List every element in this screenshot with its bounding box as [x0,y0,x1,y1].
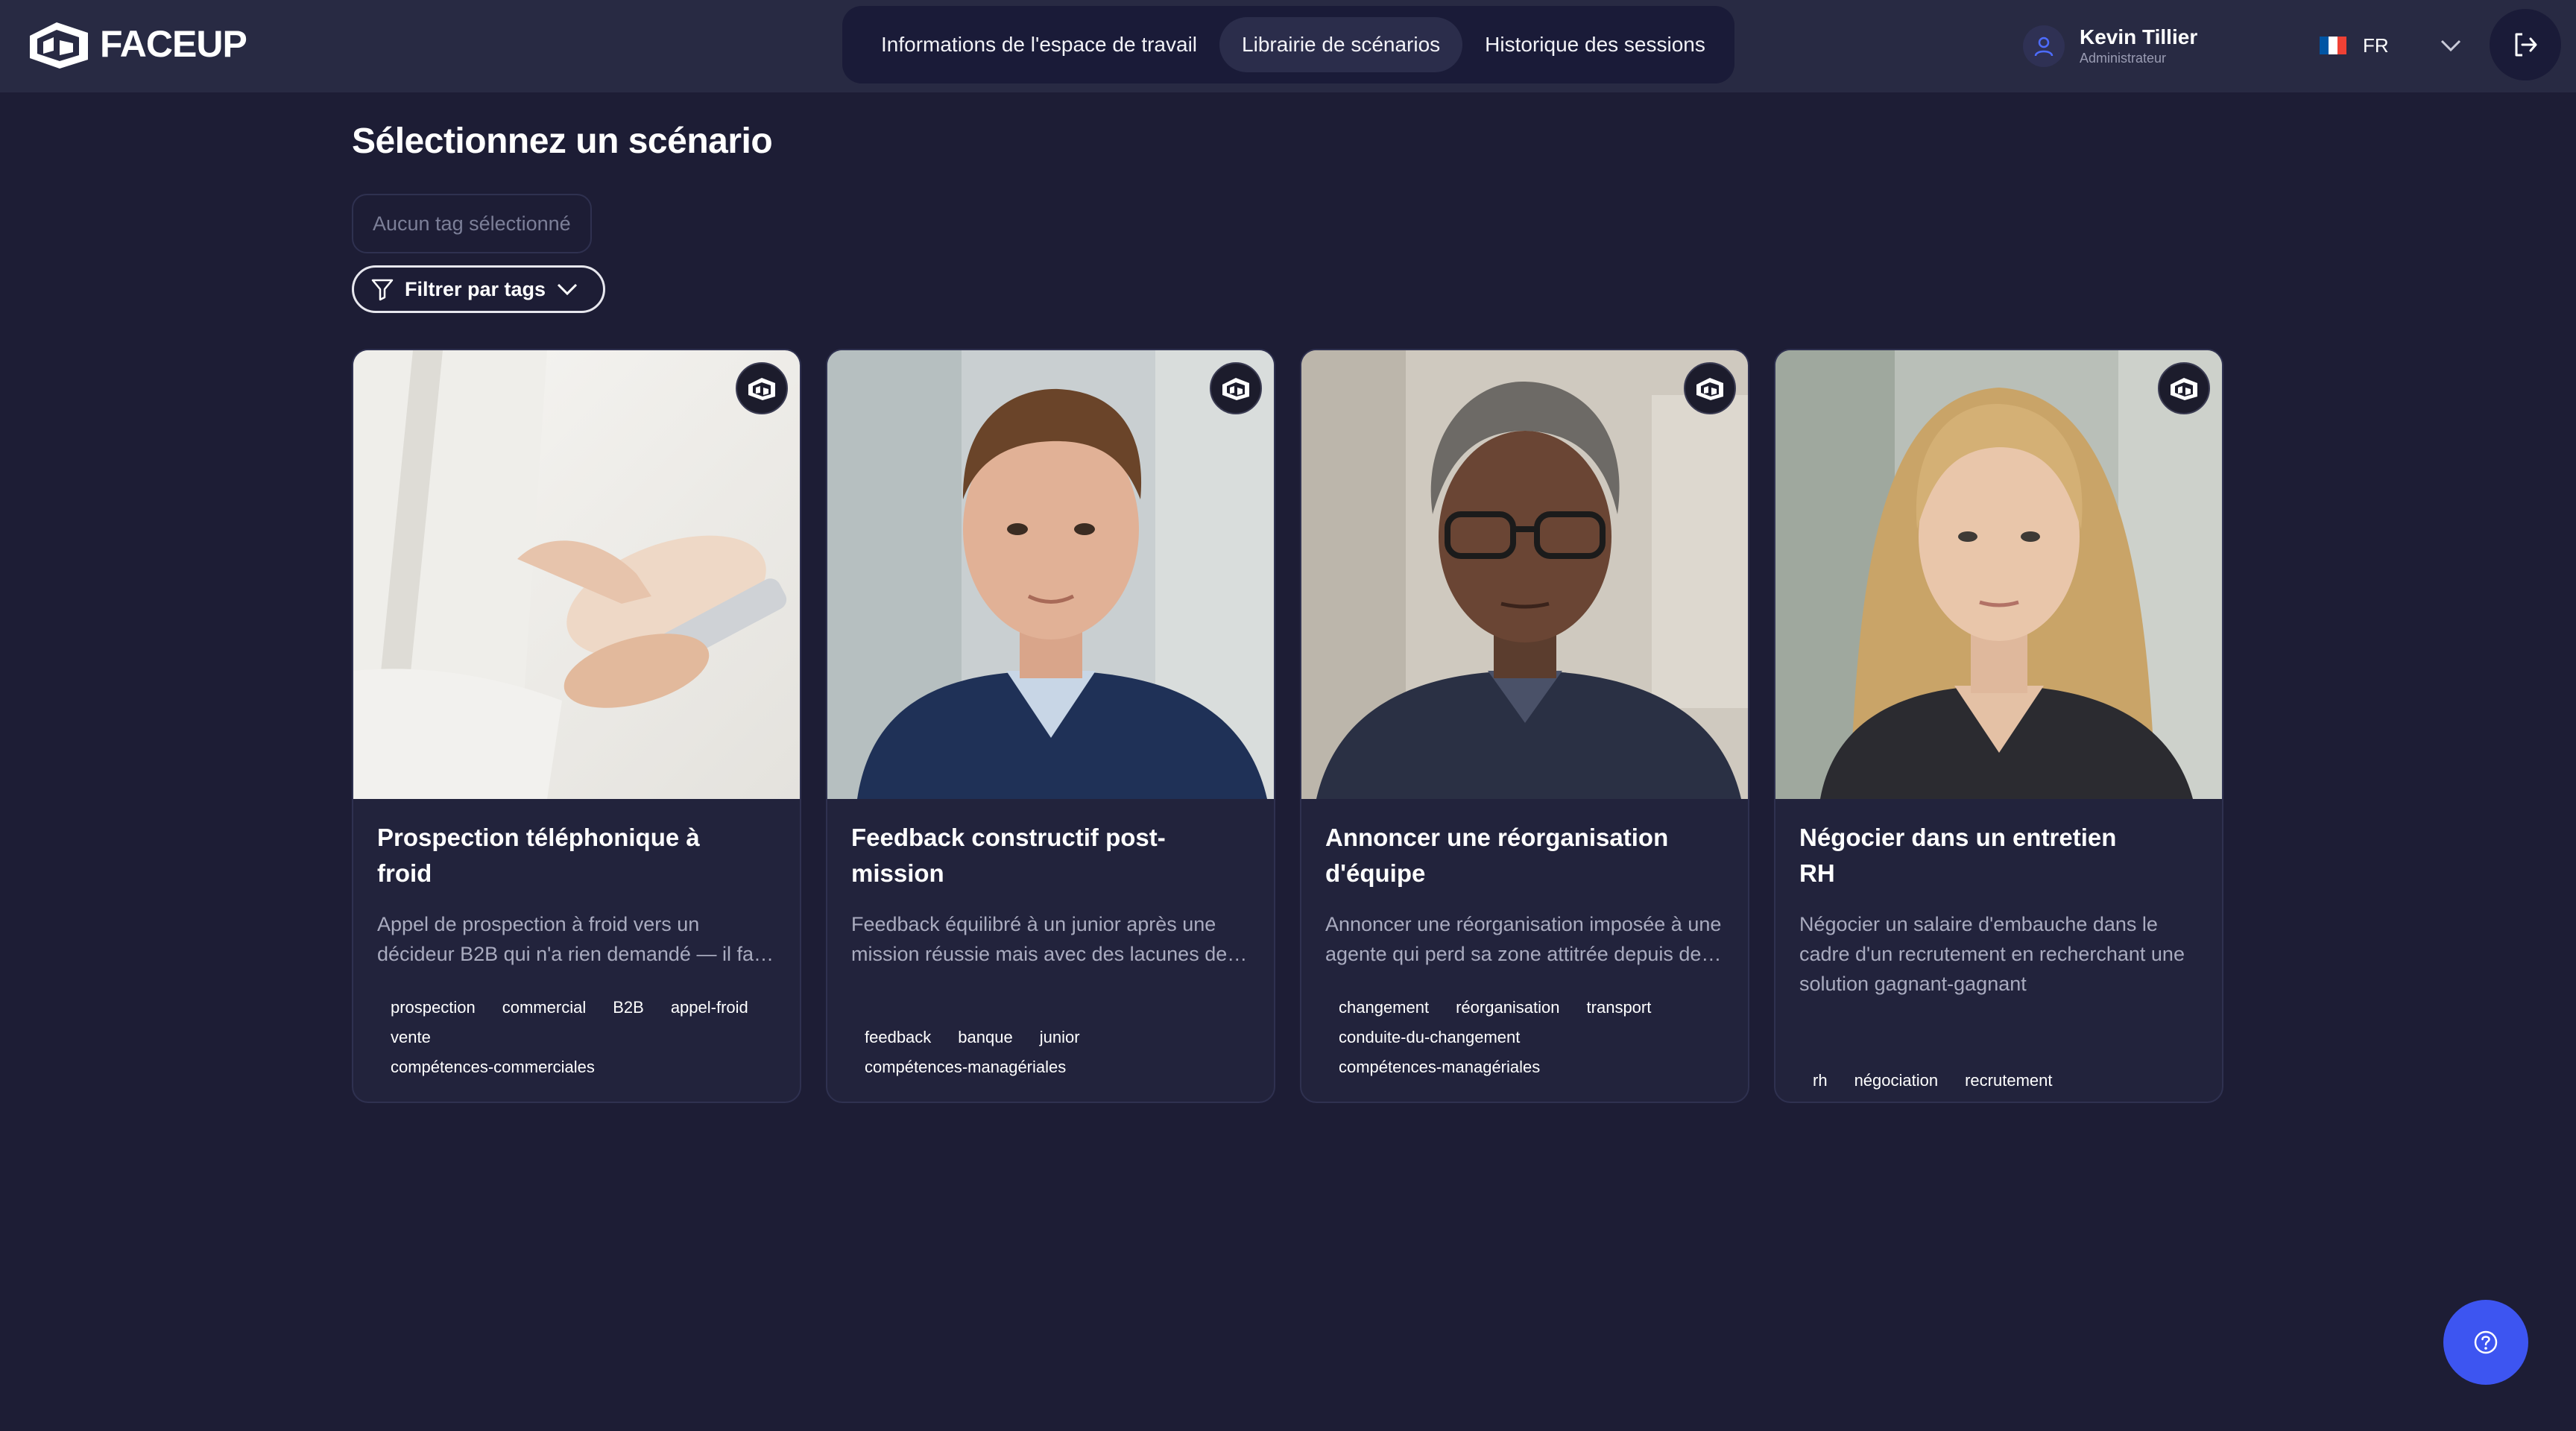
user-menu[interactable]: Kevin Tillier Administrateur [2023,21,2197,72]
scenario-tags: rh négociation recrutement [1799,1066,2202,1096]
chevron-down-icon [558,283,578,296]
scenario-card[interactable]: Feedback constructif post-mission Feedba… [826,349,1275,1103]
tag: rh [1813,1071,1828,1090]
tag: commercial [502,998,587,1017]
user-name: Kevin Tillier [2080,25,2198,48]
page-title: Sélectionnez un scénario [352,121,773,161]
nav-tab-scenario-library[interactable]: Librairie de scénarios [1219,17,1463,72]
faceup-logo-icon [30,22,88,69]
faceup-badge-icon [1684,362,1736,414]
scenario-description: Appel de prospection à froid vers un déc… [377,913,771,965]
tag: compétences-managériales [1339,1058,1541,1076]
help-button[interactable] [2443,1300,2528,1385]
language-selector[interactable]: FR [2320,28,2462,63]
top-bar: FACEUP Informations de l'espace de trava… [0,0,2576,92]
scenario-description: Feedback équilibré à un junior après une… [851,913,1228,965]
scenario-card[interactable]: Prospection téléphonique à froid Appel d… [352,349,801,1103]
scenario-title: Feedback constructif post-mission [851,824,1166,887]
tag: changement [1339,998,1430,1017]
tag: réorganisation [1456,998,1560,1017]
scenario-tags: changement réorganisation transport cond… [1325,993,1728,1082]
tag: transport [1586,998,1652,1017]
tag: négociation [1854,1071,1939,1090]
scenario-image-woman-glasses [1301,350,1748,799]
tag: conduite-du-changement [1339,1028,1521,1046]
tag: B2B [613,998,644,1017]
scenario-title: Annoncer une réorganisation d'équipe [1325,824,1669,887]
faceup-badge-icon [736,362,788,414]
scenario-tags: feedback banque junior compétences-manag… [851,1023,1254,1082]
nav-tab-workspace-info[interactable]: Informations de l'espace de travail [859,17,1219,72]
filter-icon [371,279,394,301]
scenario-card[interactable]: Négocier dans un entretien RH Négocier u… [1774,349,2223,1103]
scenario-image-blonde-woman [1775,350,2222,799]
french-flag-icon [2320,37,2346,54]
selected-tags-field[interactable]: Aucun tag sélectionné [352,194,592,253]
tag: prospection [391,998,476,1017]
help-icon [2474,1330,2498,1354]
tag: junior [1039,1028,1080,1046]
scenario-image-young-man [827,350,1274,799]
tag: banque [958,1028,1013,1046]
tag: vente [391,1028,431,1046]
scenario-description: Négocier un salaire d'embauche dans le c… [1799,913,2185,995]
tag: appel-froid [670,998,748,1017]
brand-logo[interactable]: FACEUP [27,18,247,70]
tag: compétences-commerciales [391,1058,595,1076]
filter-by-tags-button[interactable]: Filtrer par tags [352,265,605,313]
main-nav: Informations de l'espace de travail Libr… [842,6,1734,83]
scenario-tags: prospection commercial B2B appel-froid v… [377,993,780,1082]
scenario-title: Prospection téléphonique à froid [377,824,700,887]
logout-icon [2515,33,2537,57]
tag: feedback [865,1028,932,1046]
scenario-description: Annoncer une réorganisation imposée à un… [1325,913,1722,965]
scenario-title: Négocier dans un entretien RH [1799,824,2117,887]
filter-label: Filtrer par tags [405,277,546,300]
tag: compétences-managériales [865,1058,1067,1076]
faceup-badge-icon [1210,362,1262,414]
chevron-down-icon [2440,40,2460,52]
brand-name: FACEUP [100,23,247,65]
scenario-card[interactable]: Annoncer une réorganisation d'équipe Ann… [1300,349,1749,1103]
nav-tab-session-history[interactable]: Historique des sessions [1462,17,1728,72]
tag: recrutement [1965,1071,2053,1090]
user-icon [2023,25,2065,67]
logout-button[interactable] [2490,9,2561,80]
scenario-image-phone [353,350,800,799]
language-code: FR [2363,34,2389,57]
user-role: Administrateur [2080,51,2167,66]
faceup-badge-icon [2158,362,2210,414]
